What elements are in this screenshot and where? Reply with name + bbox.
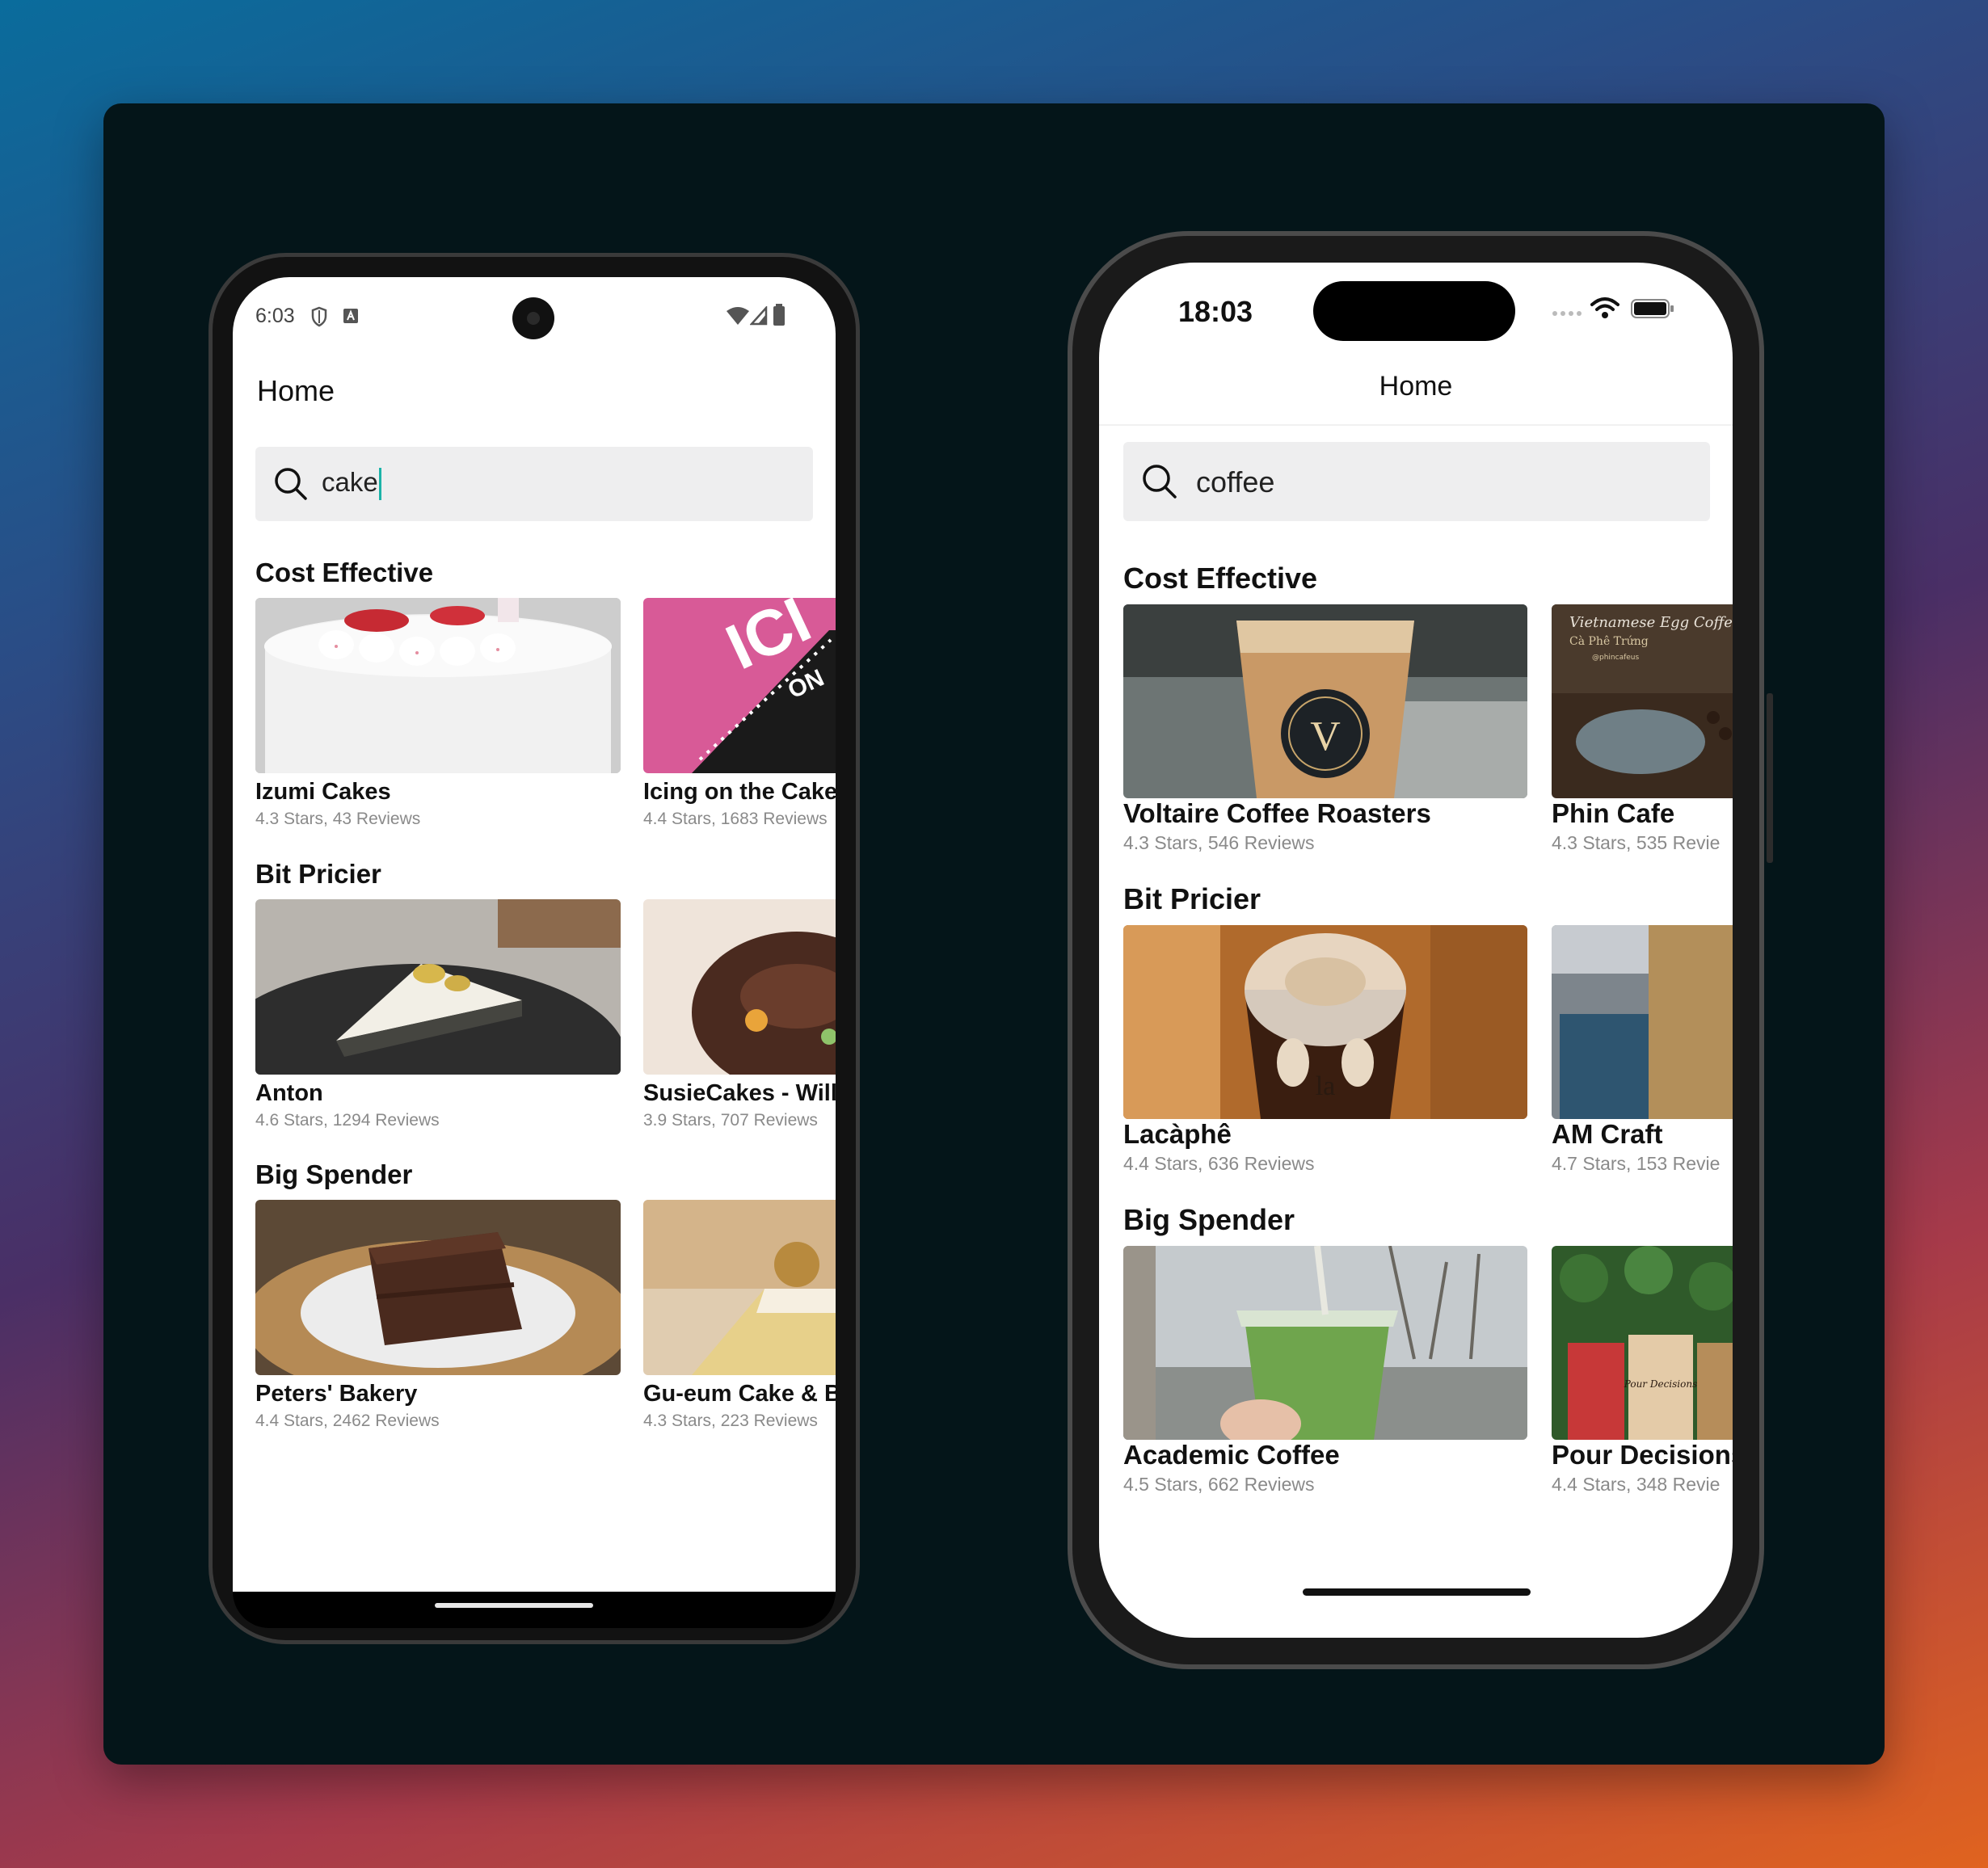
restaurant-photo	[255, 1200, 621, 1375]
photo-caption-handle: @phincafeus	[1592, 654, 1639, 662]
restaurant-photo	[643, 899, 836, 1075]
front-camera	[512, 297, 554, 339]
photo-caption: Vietnamese Egg Coffee	[1569, 614, 1733, 631]
restaurant-rating: 4.4 Stars, 348 Revie	[1552, 1474, 1721, 1495]
restaurant-name: Gu-eum Cake & Ba	[643, 1381, 836, 1407]
home-indicator[interactable]	[1303, 1588, 1531, 1596]
page-title: Home	[257, 374, 335, 407]
restaurant-name: Pour Decisions	[1552, 1440, 1733, 1470]
search-icon	[1143, 465, 1177, 499]
restaurant-photo	[255, 899, 621, 1075]
restaurant-rating: 4.6 Stars, 1294 Reviews	[255, 1111, 440, 1130]
status-time: 18:03	[1178, 295, 1253, 328]
nav-divider	[1099, 424, 1733, 426]
restaurant-rating: 4.7 Stars, 153 Revie	[1552, 1153, 1721, 1174]
cup-text: la	[1316, 1071, 1336, 1101]
restaurant-photo: Pour Decisions	[1552, 1246, 1733, 1440]
android-status-bar: 6:03	[233, 277, 836, 350]
logo-text: V	[1310, 713, 1341, 759]
restaurant-name: Peters' Bakery	[255, 1381, 418, 1407]
android-nav-area	[233, 1592, 836, 1628]
restaurant-rating: 4.3 Stars, 223 Reviews	[643, 1412, 818, 1430]
photo-caption-sub: Cà Phê Trứng	[1569, 634, 1649, 648]
restaurant-photo: la	[1123, 925, 1527, 1119]
search-input[interactable]: cake	[255, 447, 813, 521]
restaurant-name: Voltaire Coffee Roasters	[1123, 798, 1431, 828]
search-icon	[275, 468, 307, 500]
search-value: cake	[322, 467, 378, 497]
restaurant-name: Academic Coffee	[1123, 1440, 1340, 1470]
search-value: coffee	[1196, 465, 1275, 499]
side-button	[1767, 693, 1773, 863]
shield-icon	[311, 306, 327, 327]
keyboard-notification-icon	[343, 309, 358, 323]
section-title-cost-effective: Cost Effective	[255, 557, 434, 587]
section-title-big-spender: Big Spender	[255, 1159, 413, 1189]
status-time: 6:03	[255, 305, 295, 327]
restaurant-rating: 4.3 Stars, 546 Reviews	[1123, 832, 1315, 853]
restaurant-photo	[1123, 1246, 1527, 1440]
restaurant-photo	[1552, 925, 1733, 1119]
section-title-bit-pricier: Bit Pricier	[1123, 882, 1261, 915]
restaurant-photo: V	[1123, 604, 1527, 798]
android-phone: 6:03 Home cake Cost Effective Izumi Cake…	[208, 253, 860, 1644]
restaurant-rating: 4.4 Stars, 636 Reviews	[1123, 1153, 1315, 1174]
restaurant-rating: 4.3 Stars, 43 Reviews	[255, 810, 421, 828]
wifi-icon	[1590, 297, 1619, 318]
gesture-handle[interactable]	[435, 1603, 593, 1608]
restaurant-photo: ICI ON	[643, 598, 836, 773]
text-cursor	[378, 468, 381, 501]
restaurant-name: Anton	[255, 1080, 323, 1106]
restaurant-rating: 4.3 Stars, 535 Revie	[1552, 832, 1721, 853]
cellular-signal-icon	[1552, 311, 1582, 316]
restaurant-rating: 3.9 Stars, 707 Reviews	[643, 1111, 818, 1130]
wifi-icon	[727, 307, 749, 325]
restaurant-name: AM Craft	[1552, 1119, 1663, 1149]
restaurant-photo	[643, 1200, 836, 1375]
restaurant-rating: 4.4 Stars, 1683 Reviews	[643, 810, 828, 828]
battery-icon	[1631, 299, 1674, 318]
section-title-bit-pricier: Bit Pricier	[255, 859, 381, 889]
iphone: 18:03 Home coffee Cost Effective V Volta…	[1068, 231, 1773, 1669]
mockup-backdrop: 6:03 Home cake Cost Effective Izumi Cake…	[103, 103, 1885, 1765]
iphone-screen: 18:03 Home coffee Cost Effective V Volta…	[1099, 263, 1733, 1638]
restaurant-name: Icing on the Cake	[643, 779, 836, 805]
restaurant-photo: Vietnamese Egg Coffee Cà Phê Trứng @phin…	[1552, 604, 1733, 798]
restaurant-rating: 4.5 Stars, 662 Reviews	[1123, 1474, 1315, 1495]
android-screen: 6:03 Home cake Cost Effective Izumi Cake…	[233, 277, 836, 1592]
restaurant-name: Lacàphê	[1123, 1119, 1232, 1149]
restaurant-rating: 4.4 Stars, 2462 Reviews	[255, 1412, 440, 1430]
restaurant-name: SusieCakes - Willo	[643, 1080, 836, 1106]
page-title: Home	[1379, 371, 1453, 402]
section-title-cost-effective: Cost Effective	[1123, 562, 1318, 595]
search-input[interactable]: coffee	[1123, 442, 1710, 521]
dynamic-island	[1313, 281, 1515, 341]
restaurant-name: Izumi Cakes	[255, 779, 391, 805]
section-title-big-spender: Big Spender	[1123, 1203, 1295, 1236]
cup-text: Pour Decisions	[1624, 1378, 1697, 1390]
cellular-signal-icon	[750, 306, 768, 326]
battery-icon	[773, 304, 785, 326]
restaurant-name: Phin Cafe	[1552, 798, 1675, 828]
restaurant-photo	[255, 598, 621, 773]
